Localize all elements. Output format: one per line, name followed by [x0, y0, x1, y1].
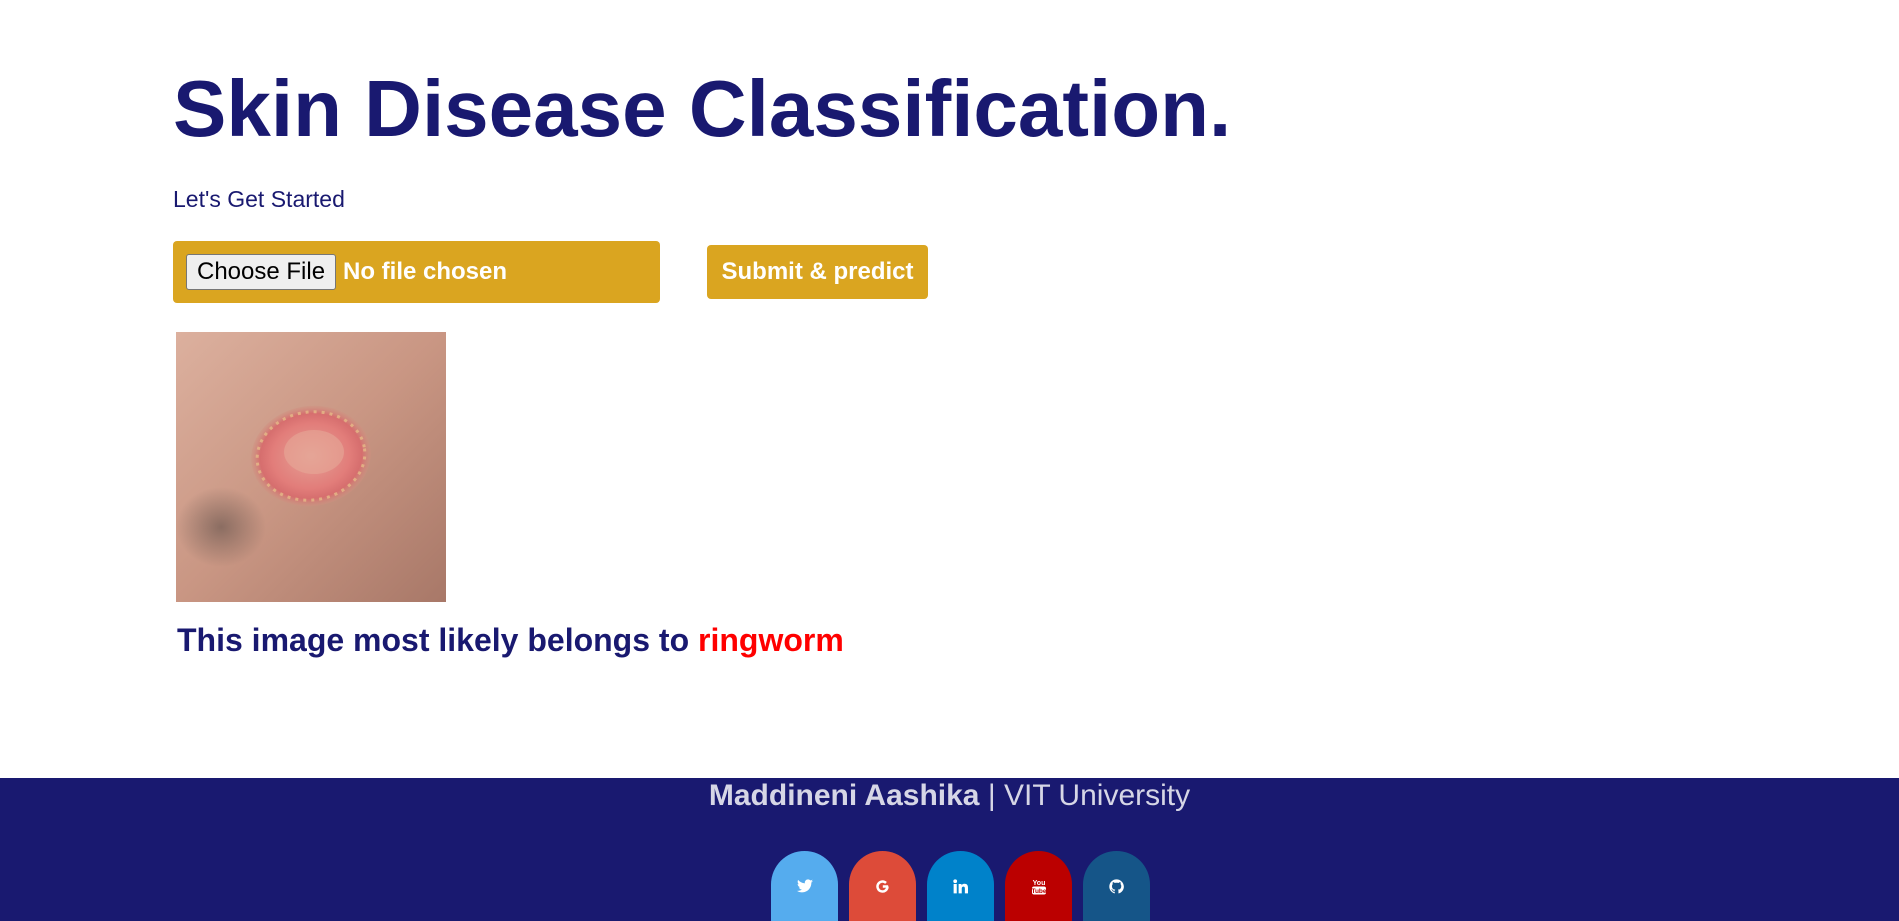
submit-predict-button[interactable]: Submit & predict [707, 245, 928, 299]
youtube-button[interactable]: You Tube [1005, 851, 1072, 921]
twitter-button[interactable] [771, 851, 838, 921]
google-button[interactable] [849, 851, 916, 921]
file-upload-field[interactable]: Choose File No file chosen [173, 241, 660, 303]
svg-text:Tube: Tube [1031, 888, 1046, 895]
linkedin-icon [953, 878, 968, 893]
linkedin-button[interactable] [927, 851, 994, 921]
uploaded-image-preview [176, 332, 446, 602]
page-subtitle: Let's Get Started [173, 186, 345, 212]
author-name: Maddineni Aashika [708, 779, 980, 812]
social-links: You Tube [771, 851, 1151, 921]
svg-text:You: You [1032, 880, 1045, 887]
footer-credit: Maddineni Aashika | VIT University [0, 778, 1899, 814]
footer: Maddineni Aashika | VIT University You T… [0, 778, 1899, 921]
institution-name: VIT University [1003, 779, 1191, 812]
google-icon [876, 879, 889, 893]
twitter-icon [796, 879, 813, 893]
prediction-prefix: This image most likely belongs to [177, 622, 698, 658]
choose-file-button[interactable]: Choose File [186, 254, 337, 290]
github-icon [1109, 878, 1124, 893]
skin-lesion-image [176, 332, 446, 602]
page: Skin Disease Classification. Let's Get S… [0, 0, 1899, 921]
credit-separator: | [979, 779, 1004, 812]
file-status-text: No file chosen [343, 258, 508, 285]
github-button[interactable] [1083, 851, 1150, 921]
page-title: Skin Disease Classification. [173, 64, 1232, 153]
prediction-result: This image most likely belongs to ringwo… [177, 620, 844, 660]
predicted-class: ringworm [698, 622, 844, 658]
youtube-icon: You Tube [1031, 880, 1046, 895]
